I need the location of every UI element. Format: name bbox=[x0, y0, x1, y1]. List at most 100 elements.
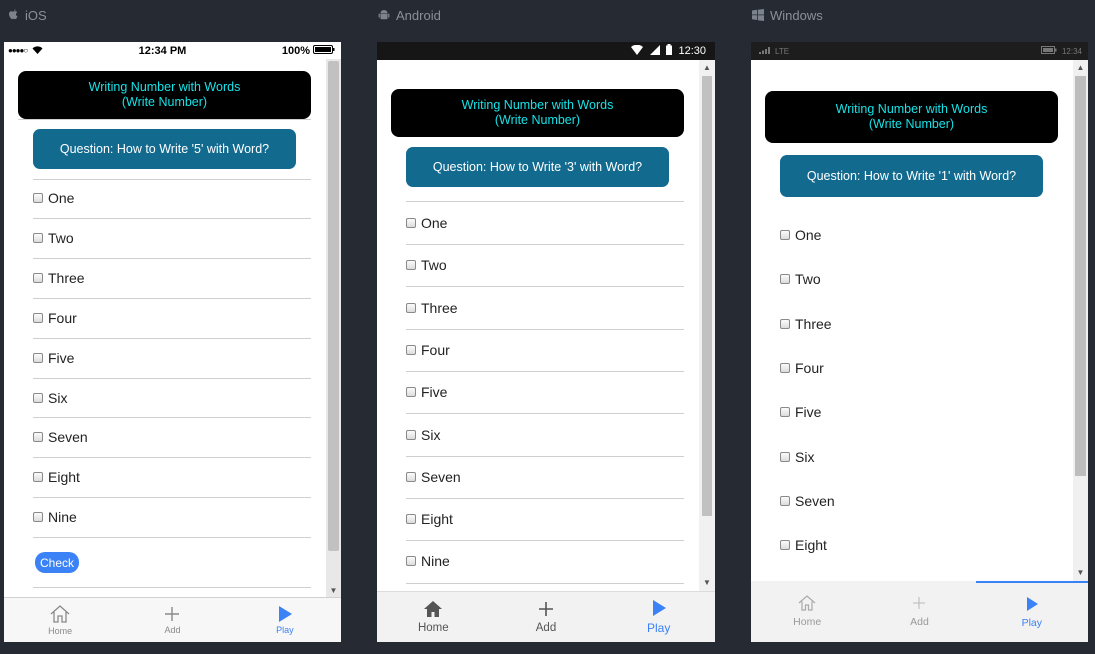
option-row[interactable]: Nine bbox=[406, 551, 684, 571]
scroll-down-arrow[interactable]: ▼ bbox=[1073, 567, 1088, 579]
option-row[interactable]: Seven bbox=[406, 467, 684, 487]
option-row[interactable]: Eight bbox=[780, 535, 1058, 555]
option-checkbox[interactable] bbox=[33, 232, 43, 243]
option-label: Nine bbox=[48, 509, 77, 526]
option-row[interactable]: Five bbox=[780, 402, 1058, 422]
option-checkbox[interactable] bbox=[780, 451, 790, 462]
tab-label: Add bbox=[164, 625, 181, 635]
scrollbar-thumb[interactable] bbox=[1075, 76, 1086, 476]
option-checkbox[interactable] bbox=[33, 432, 43, 443]
tab-play[interactable]: Play bbox=[229, 598, 341, 642]
option-row[interactable]: Two bbox=[406, 255, 684, 275]
scrollbar-thumb[interactable] bbox=[702, 76, 712, 516]
option-checkbox[interactable] bbox=[406, 429, 416, 440]
option-row[interactable]: Three bbox=[406, 298, 684, 318]
scroll-up-arrow[interactable]: ▲ bbox=[1073, 62, 1088, 74]
scroll-down-arrow[interactable]: ▼ bbox=[699, 577, 715, 589]
option-checkbox[interactable] bbox=[33, 272, 43, 283]
tab-add[interactable]: Add bbox=[863, 581, 975, 642]
option-row[interactable]: Four bbox=[33, 308, 311, 328]
option-row[interactable]: Eight bbox=[406, 509, 684, 529]
option-checkbox[interactable] bbox=[33, 352, 43, 363]
option-row[interactable]: Six bbox=[33, 388, 311, 408]
option-row[interactable]: Nine bbox=[33, 507, 311, 527]
scroll-down-arrow[interactable]: ▼ bbox=[326, 585, 341, 597]
signal-icon bbox=[759, 46, 771, 56]
option-checkbox[interactable] bbox=[780, 362, 790, 373]
tab-play[interactable]: Play bbox=[975, 581, 1088, 642]
option-checkbox[interactable] bbox=[406, 556, 416, 567]
tab-home[interactable]: Home bbox=[751, 581, 863, 642]
option-row[interactable]: Six bbox=[406, 425, 684, 445]
scroll-content[interactable]: Writing Number with Words (Write Number)… bbox=[377, 60, 699, 591]
option-row[interactable]: Four bbox=[406, 340, 684, 360]
divider bbox=[406, 201, 684, 202]
option-label: Four bbox=[48, 309, 77, 326]
option-checkbox[interactable] bbox=[33, 392, 43, 403]
option-checkbox[interactable] bbox=[33, 312, 43, 323]
option-checkbox[interactable] bbox=[406, 218, 416, 228]
option-row[interactable]: Seven bbox=[780, 491, 1058, 511]
scrollbar[interactable]: ▼ bbox=[326, 59, 341, 597]
tab-home[interactable]: Home bbox=[4, 598, 116, 642]
tab-add[interactable]: Add bbox=[490, 592, 603, 642]
option-checkbox[interactable] bbox=[406, 471, 416, 482]
tab-add[interactable]: Add bbox=[116, 598, 228, 642]
scroll-up-arrow[interactable]: ▲ bbox=[699, 62, 715, 74]
option-row[interactable]: Two bbox=[780, 269, 1058, 289]
option-checkbox[interactable] bbox=[780, 495, 790, 506]
option-checkbox[interactable] bbox=[33, 512, 43, 523]
option-label: Four bbox=[795, 359, 824, 376]
divider bbox=[33, 497, 311, 498]
option-row[interactable]: One bbox=[780, 225, 1058, 245]
home-icon bbox=[423, 600, 443, 618]
divider bbox=[406, 286, 684, 287]
home-icon bbox=[49, 604, 71, 624]
option-row[interactable]: Two bbox=[33, 228, 311, 248]
divider bbox=[33, 218, 311, 219]
option-checkbox[interactable] bbox=[406, 344, 416, 355]
option-checkbox[interactable] bbox=[33, 472, 43, 483]
option-checkbox[interactable] bbox=[406, 260, 416, 271]
option-label: Nine bbox=[421, 553, 450, 570]
platform-name: iOS bbox=[25, 7, 47, 23]
scroll-content[interactable]: Writing Number with Words (Write Number)… bbox=[751, 60, 1073, 581]
option-row[interactable]: Three bbox=[780, 314, 1058, 334]
check-button[interactable]: Check bbox=[35, 552, 79, 573]
battery-level: 100% bbox=[281, 44, 310, 57]
apple-icon bbox=[6, 8, 20, 22]
option-row[interactable]: Eight bbox=[33, 467, 311, 487]
option-row[interactable]: Four bbox=[780, 358, 1058, 378]
option-checkbox[interactable] bbox=[406, 514, 416, 525]
option-checkbox[interactable] bbox=[406, 302, 416, 313]
status-time: 12:34 bbox=[1061, 46, 1082, 56]
option-row[interactable]: One bbox=[406, 213, 684, 233]
divider bbox=[406, 329, 684, 330]
scrollbar[interactable]: ▲ ▼ bbox=[1073, 60, 1088, 581]
scroll-content[interactable]: Writing Number with Words (Write Number)… bbox=[4, 59, 326, 597]
option-checkbox[interactable] bbox=[780, 230, 790, 240]
option-row[interactable]: Five bbox=[33, 348, 311, 368]
option-checkbox[interactable] bbox=[406, 387, 416, 398]
option-label: Seven bbox=[421, 468, 461, 485]
tab-play[interactable]: Play bbox=[602, 592, 715, 642]
option-row[interactable]: Seven bbox=[33, 427, 311, 447]
option-label: Five bbox=[421, 384, 448, 401]
option-checkbox[interactable] bbox=[33, 193, 43, 203]
scrollbar-thumb[interactable] bbox=[328, 61, 339, 551]
option-row[interactable]: One bbox=[33, 188, 311, 208]
app-header: Writing Number with Words (Write Number) bbox=[765, 91, 1058, 143]
option-checkbox[interactable] bbox=[780, 274, 790, 285]
ios-device: ●●●●○ 12:34 PM 100% Writing Number with … bbox=[4, 42, 341, 642]
scrollbar[interactable]: ▲ ▼ bbox=[699, 60, 715, 591]
header-title: Writing Number with Words bbox=[461, 98, 614, 112]
tab-label: Home bbox=[48, 626, 73, 636]
tab-home[interactable]: Home bbox=[377, 592, 490, 642]
option-checkbox[interactable] bbox=[780, 540, 790, 551]
option-row[interactable]: Five bbox=[406, 382, 684, 402]
option-row[interactable]: Six bbox=[780, 447, 1058, 467]
option-row[interactable]: Three bbox=[33, 268, 311, 288]
option-checkbox[interactable] bbox=[780, 407, 790, 418]
option-checkbox[interactable] bbox=[780, 318, 790, 329]
option-label: Seven bbox=[48, 429, 88, 446]
